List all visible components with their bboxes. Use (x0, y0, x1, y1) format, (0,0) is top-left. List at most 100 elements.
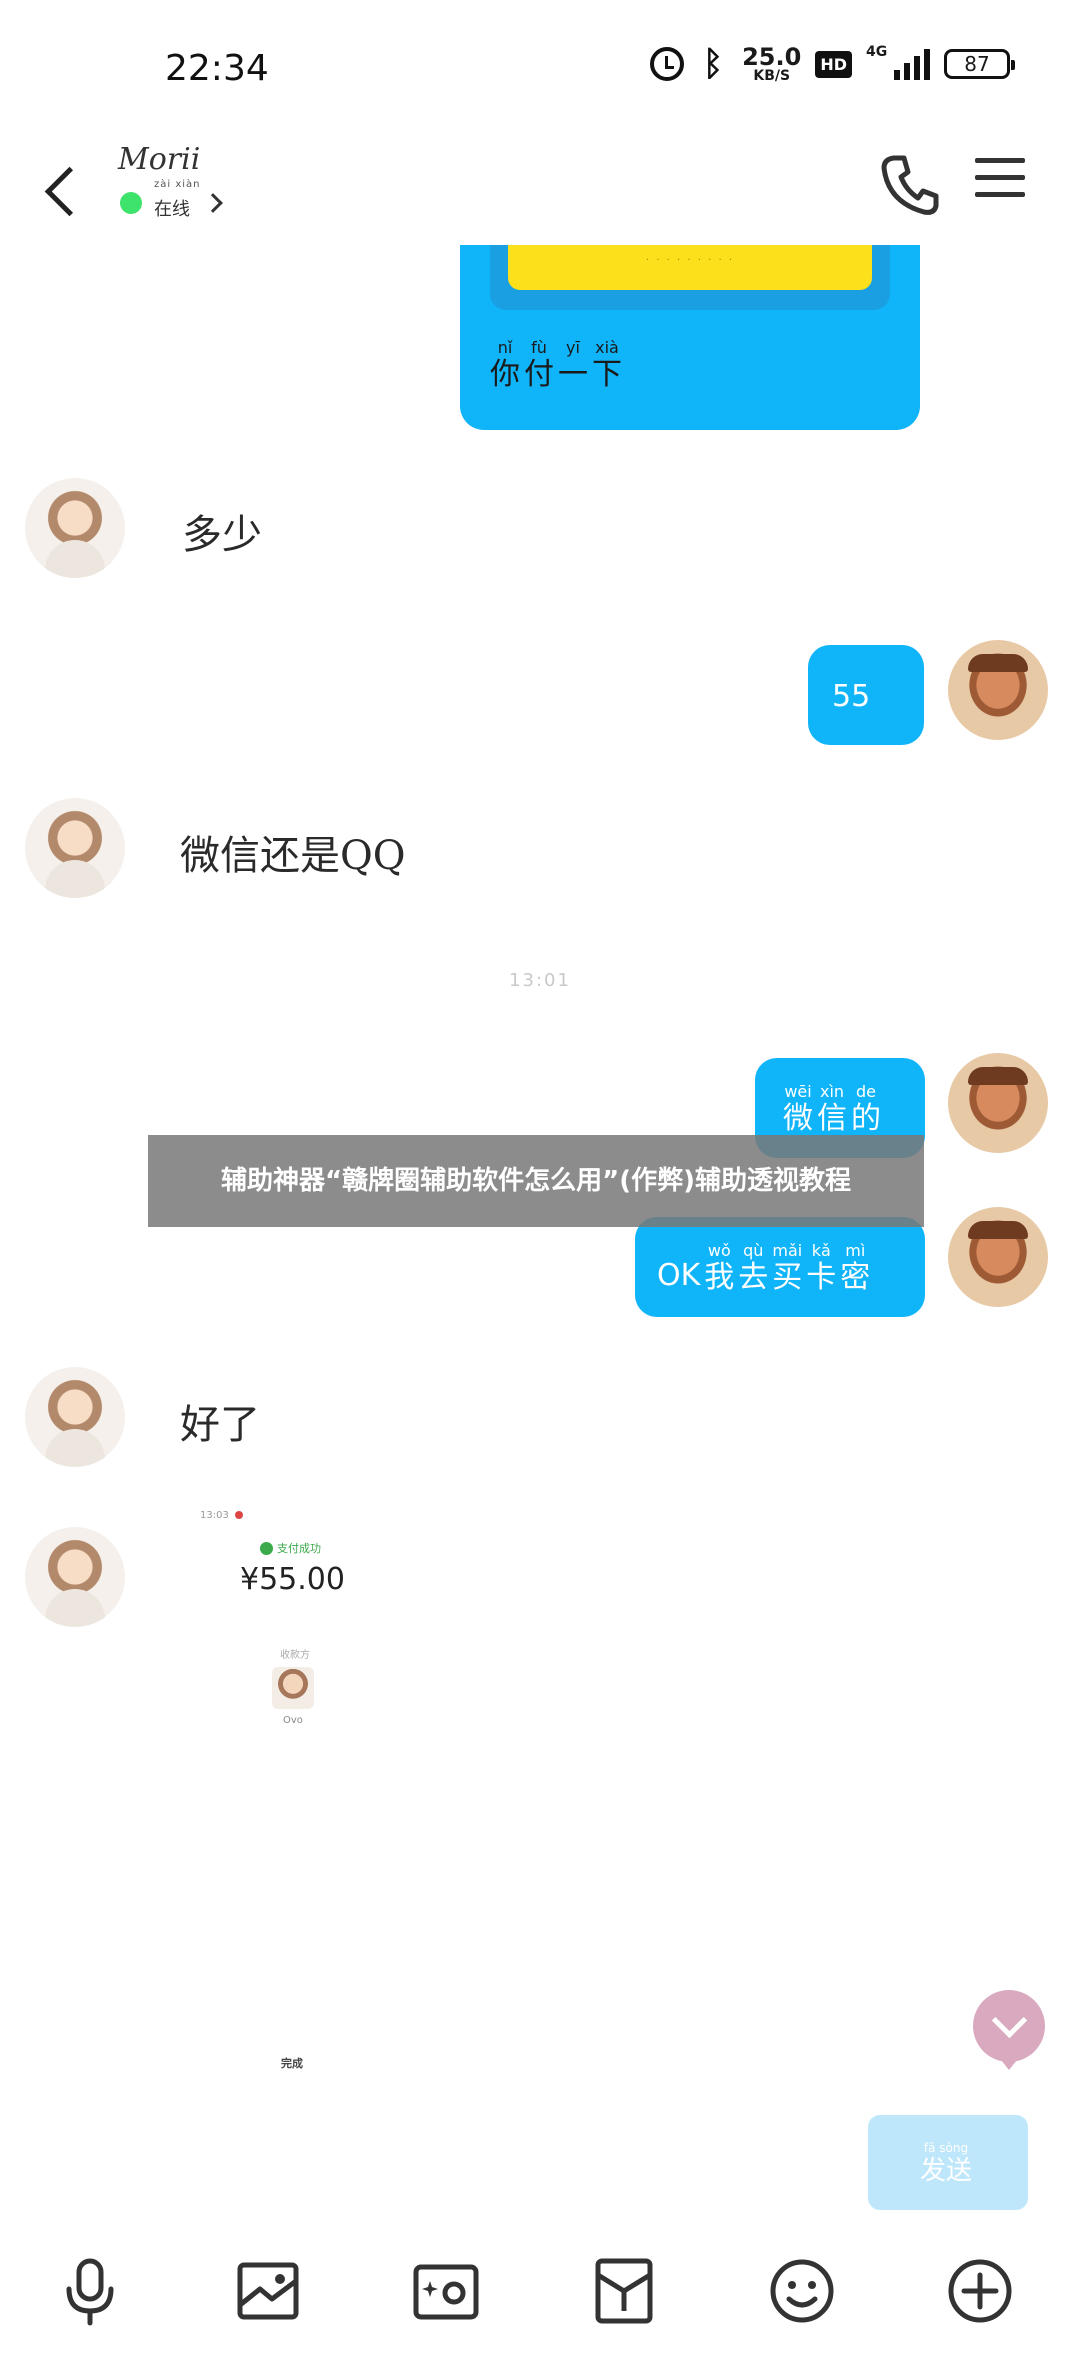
contact-avatar[interactable] (25, 1367, 125, 1467)
pinyin-annotation: fù (531, 338, 547, 357)
back-button[interactable] (40, 160, 90, 220)
message-timestamp: 13:01 (509, 970, 571, 991)
more-button[interactable] (944, 2255, 1016, 2327)
sent-message[interactable]: OK wǒ 我 qù 去 mǎi 买 kǎ 卡 mì 密 (635, 1217, 925, 1317)
message-ruby: mǎi 买 (772, 1243, 802, 1293)
receipt-status-bar: 13:03 (200, 1510, 243, 1521)
hanzi-character: 的 (851, 1101, 881, 1136)
status-time: 22:34 (165, 48, 269, 89)
message-ruby: qù 去 (738, 1243, 768, 1293)
chevron-right-icon (203, 193, 223, 213)
red-packet-icon (595, 2258, 653, 2324)
message-ruby: mì 密 (840, 1243, 870, 1293)
sent-message-text: wēi 微 xìn 信 de 的 (783, 1084, 885, 1134)
sent-message[interactable]: 55 (808, 645, 924, 745)
payee-label: 收款方 (280, 1650, 310, 1661)
pinyin-annotation: de (856, 1082, 876, 1101)
pinyin-annotation: yī (566, 338, 580, 357)
online-dot-icon (120, 192, 142, 214)
overlay-title: 辅助神器“赣牌圈辅助软件怎么用”(作弊)辅助透视教程 (221, 1166, 851, 1196)
network-speed: 25.0 KB/S (742, 45, 801, 83)
status-icons: ᛒ 25.0 KB/S HD 4G 87 (650, 44, 1015, 84)
presence-text: 在线 (154, 199, 190, 220)
plus-icon (948, 2259, 1012, 2323)
card-yellow-panel: · · · · · · · · · (508, 245, 872, 290)
battery-icon: 87 (944, 49, 1015, 79)
caption-ruby: yī 一 (558, 340, 588, 390)
message-ruby: wēi 微 (783, 1084, 813, 1134)
red-packet-button[interactable] (588, 2255, 660, 2327)
alarm-icon (650, 47, 685, 81)
pinyin-annotation: wǒ (707, 1241, 731, 1260)
hd-badge: HD (815, 50, 852, 78)
my-avatar[interactable] (948, 1053, 1048, 1153)
pinyin-annotation: xià (595, 338, 619, 357)
status-bar: 22:34 ᛒ 25.0 KB/S HD 4G 87 (0, 0, 1080, 140)
payment-status: 支付成功 (260, 1540, 321, 1556)
hanzi-character: 你 (490, 357, 520, 392)
received-message[interactable]: 微信还是QQ (180, 823, 406, 881)
presence-status[interactable]: zài xiàn 在线 (120, 179, 223, 221)
sent-message-prefix: OK (657, 1258, 701, 1293)
message-ruby: xìn 信 (817, 1084, 847, 1134)
image-icon (237, 2262, 299, 2320)
overlay-banner: 辅助神器“赣牌圈辅助软件怎么用”(作弊)辅助透视教程 (148, 1135, 924, 1227)
payment-amount: ¥55.00 (240, 1562, 345, 1597)
contact-name[interactable]: Morii (118, 142, 200, 177)
camera-button[interactable] (410, 2255, 482, 2327)
send-button[interactable]: fā sòng 发送 (868, 2115, 1028, 2210)
hanzi-character: 去 (738, 1260, 769, 1295)
message-ruby: de 的 (851, 1084, 881, 1134)
chat-header: Morii zài xiàn 在线 (0, 140, 1080, 245)
emoji-button[interactable] (766, 2255, 838, 2327)
phone-call-button[interactable] (880, 150, 940, 220)
transfer-card[interactable]: · · · · · · · · · nǐ 你 fù 付 yī 一 xià 下 (460, 245, 920, 430)
presence-pinyin: zài xiàn (154, 179, 201, 190)
network-speed-value: 25.0 (742, 43, 802, 71)
contact-avatar[interactable] (25, 478, 125, 578)
received-message[interactable]: 好了 (180, 1392, 260, 1450)
hanzi-character: 一 (558, 357, 588, 392)
chat-area[interactable]: · · · · · · · · · nǐ 你 fù 付 yī 一 xià 下 多少 55 微信… (0, 245, 1080, 2255)
pinyin-annotation: wēi (784, 1082, 812, 1101)
contact-avatar[interactable] (25, 798, 125, 898)
hanzi-character: 我 (704, 1260, 735, 1295)
send-label: 发送 (919, 2155, 972, 2186)
pinyin-annotation: nǐ (497, 338, 513, 357)
hanzi-character: 密 (840, 1260, 871, 1295)
pinyin-annotation: xìn (819, 1082, 845, 1101)
phone-icon (881, 155, 939, 215)
emoji-icon (770, 2259, 834, 2323)
contact-avatar[interactable] (25, 1527, 125, 1627)
caption-ruby: xià 下 (592, 340, 622, 390)
scroll-to-bottom-button[interactable] (973, 1990, 1045, 2070)
sent-message-text: 55 (832, 679, 871, 714)
hanzi-character: 下 (592, 357, 622, 392)
hanzi-character: 买 (772, 1260, 803, 1295)
hanzi-character: 信 (817, 1101, 847, 1136)
camera-icon (413, 2264, 479, 2320)
message-ruby: kǎ 卡 (806, 1243, 836, 1293)
card-caption: nǐ 你 fù 付 yī 一 xià 下 (490, 340, 626, 390)
mic-icon (66, 2258, 114, 2326)
payer-avatar (272, 1667, 314, 1709)
menu-button[interactable] (975, 158, 1025, 208)
pinyin-annotation: kǎ (811, 1241, 831, 1260)
gallery-button[interactable] (232, 2255, 304, 2327)
pinyin-annotation: mì (845, 1241, 866, 1260)
payer-name: Ovo (283, 1715, 303, 1726)
caption-ruby: fù 付 (524, 340, 554, 390)
bluetooth-icon: ᛒ (702, 44, 724, 84)
payment-screenshot-image[interactable]: 13:03 支付成功 ¥55.00 收款方 Ovo 完成 (185, 1510, 445, 2080)
signal-icon: 4G (866, 44, 930, 80)
hanzi-character: 卡 (806, 1260, 837, 1295)
check-icon (260, 1541, 273, 1555)
voice-button[interactable] (54, 2255, 126, 2327)
caption-ruby: nǐ 你 (490, 340, 520, 390)
presence-label: zài xiàn 在线 (154, 179, 200, 221)
my-avatar[interactable] (948, 1207, 1048, 1307)
my-avatar[interactable] (948, 640, 1048, 740)
pinyin-annotation: mǎi (772, 1241, 803, 1260)
received-message[interactable]: 多少 (182, 502, 262, 560)
hanzi-character: 微 (783, 1101, 813, 1136)
